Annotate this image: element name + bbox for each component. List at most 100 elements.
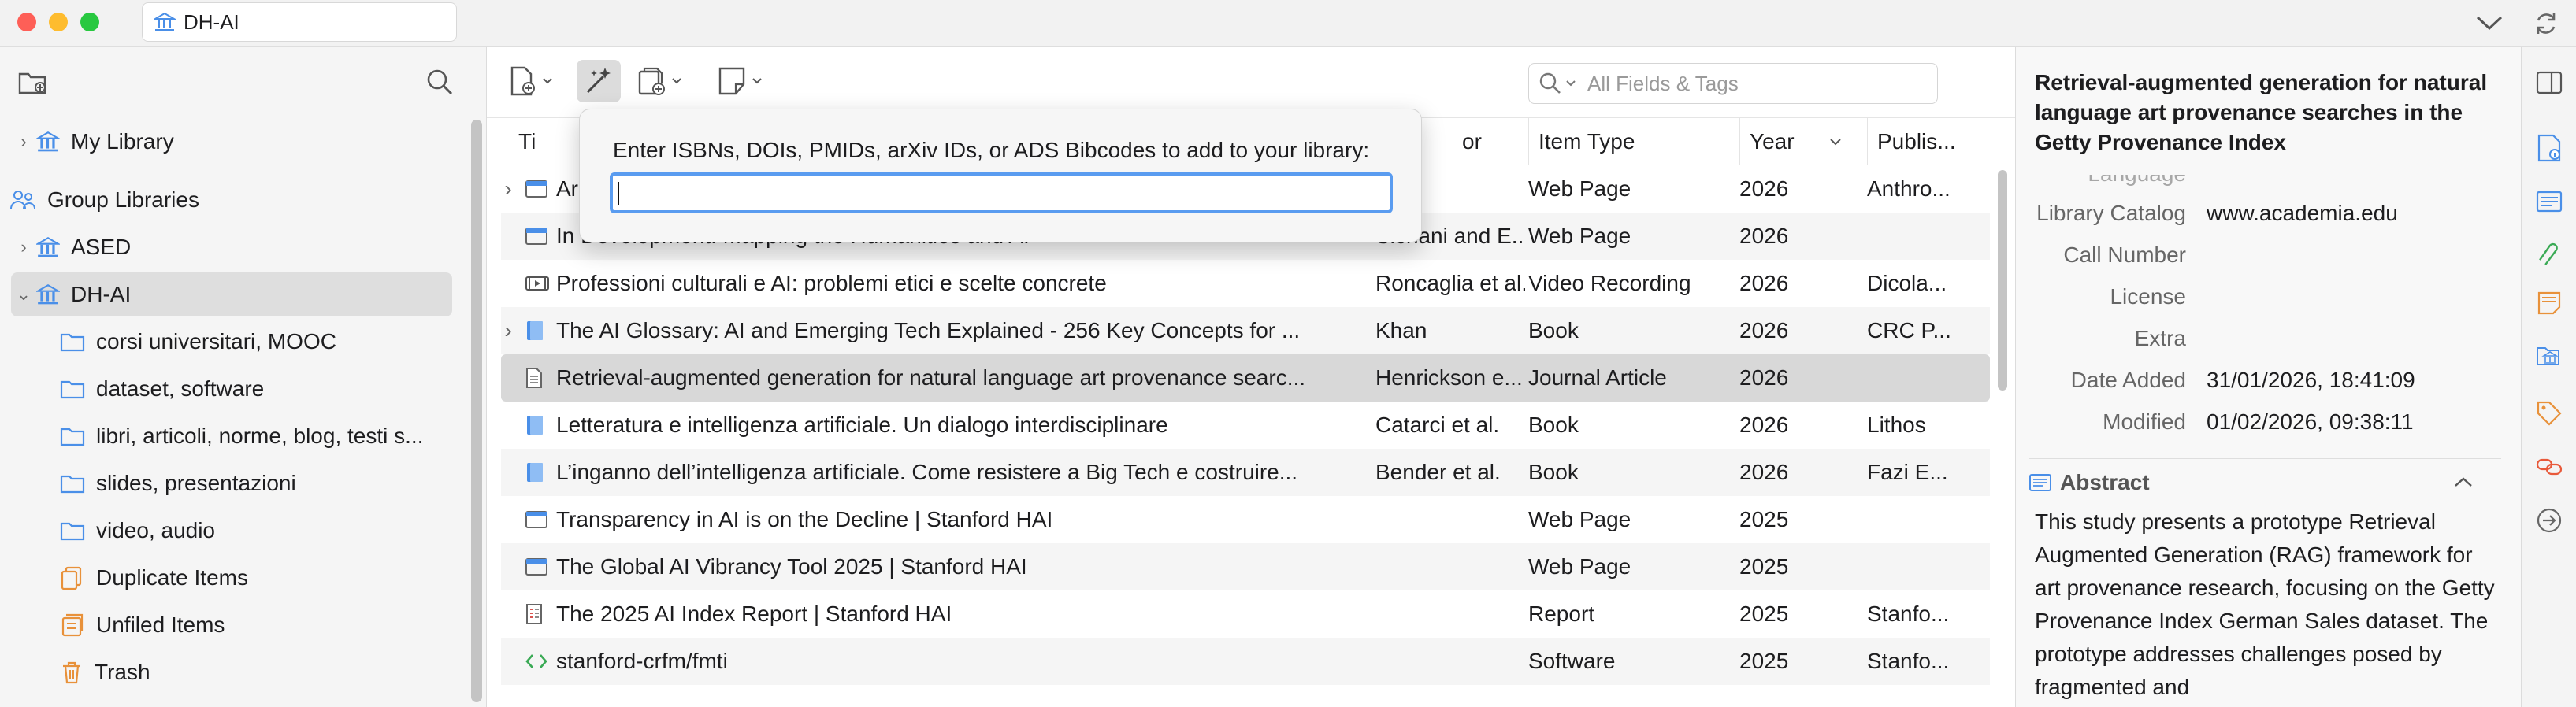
item-type: Web Page bbox=[1528, 224, 1631, 248]
toggle-pane-icon[interactable] bbox=[2536, 71, 2563, 94]
abstract-section-icon[interactable] bbox=[2536, 191, 2563, 213]
library-tab[interactable]: DH-AI bbox=[142, 2, 457, 42]
table-row[interactable]: Letteratura e intelligenza artificiale. … bbox=[501, 402, 1990, 449]
search-icon[interactable] bbox=[425, 68, 454, 96]
tree-item-my-library[interactable]: › My Library bbox=[11, 120, 484, 164]
trash[interactable]: Trash bbox=[60, 650, 533, 694]
table-row[interactable]: stanford-crfm/fmti Software 2025 Stanfo.… bbox=[501, 638, 1990, 685]
item-year: 2026 bbox=[1739, 460, 1789, 484]
library-icon bbox=[154, 12, 176, 31]
item-year: 2026 bbox=[1739, 413, 1789, 437]
tree-item-group-libraries[interactable]: Group Libraries bbox=[9, 178, 482, 222]
item-pane-sidenav bbox=[2521, 47, 2576, 707]
chevron-down-icon bbox=[752, 78, 762, 84]
item-year: 2026 bbox=[1739, 271, 1789, 295]
attachments-icon[interactable] bbox=[2536, 241, 2563, 268]
column-header-item-type[interactable]: Item Type bbox=[1528, 118, 1739, 165]
table-row[interactable]: The 2025 AI Index Report | Stanford HAI … bbox=[501, 590, 1990, 638]
notes-icon[interactable] bbox=[2536, 290, 2563, 316]
info-icon[interactable] bbox=[2536, 134, 2563, 162]
collection-label: Duplicate Items bbox=[96, 565, 248, 590]
field-value: 01/02/2026, 09:38:11 bbox=[2207, 409, 2414, 434]
items-scrollbar[interactable] bbox=[1998, 170, 2007, 391]
note-icon bbox=[718, 67, 745, 95]
collection-label: libri, articoli, norme, blog, testi s... bbox=[96, 424, 424, 448]
collection-dataset-software[interactable]: dataset, software bbox=[60, 367, 533, 411]
chevron-down-icon bbox=[672, 78, 681, 84]
abstract-heading: Abstract bbox=[2060, 469, 2150, 494]
table-row[interactable]: The Global AI Vibrancy Tool 2025 | Stanf… bbox=[501, 543, 1990, 590]
unfiled-icon bbox=[60, 613, 85, 637]
locate-icon[interactable] bbox=[2536, 507, 2563, 534]
column-header-publisher-label: Publis... bbox=[1877, 129, 1956, 154]
title-bar: DH-AI bbox=[0, 0, 2576, 47]
add-attachment-button[interactable] bbox=[637, 60, 682, 102]
table-row[interactable]: L’inganno dell’intelligenza artificiale.… bbox=[501, 449, 1990, 496]
minimize-window-button[interactable] bbox=[49, 13, 68, 31]
table-row-selected[interactable]: Retrieval-augmented generation for natur… bbox=[501, 354, 1990, 402]
unfiled-items[interactable]: Unfiled Items bbox=[60, 603, 533, 647]
item-title: Professioni culturali e AI: problemi eti… bbox=[556, 271, 1107, 295]
abstract-text[interactable]: This study presents a prototype Retrieva… bbox=[2035, 505, 2500, 704]
item-type: Web Page bbox=[1528, 176, 1631, 201]
attachment-icon bbox=[638, 67, 665, 95]
tree-item-dh-ai[interactable]: ⌄ DH-AI bbox=[11, 272, 452, 316]
item-year: 2026 bbox=[1739, 224, 1789, 248]
item-title: Transparency in AI is on the Decline | S… bbox=[556, 507, 1053, 531]
column-header-year[interactable]: Year bbox=[1739, 118, 1867, 165]
collection-libri-articoli[interactable]: libri, articoli, norme, blog, testi s... bbox=[60, 414, 446, 458]
table-row[interactable]: Professioni culturali e AI: problemi eti… bbox=[501, 260, 1990, 307]
expand-chevron-icon[interactable]: › bbox=[11, 237, 36, 257]
column-header-publisher[interactable]: Publis... bbox=[1867, 118, 2001, 165]
search-field[interactable]: All Fields & Tags bbox=[1528, 63, 1938, 104]
collection-slides[interactable]: slides, presentazioni bbox=[60, 461, 533, 505]
item-type: Book bbox=[1528, 460, 1579, 484]
chevron-down-icon[interactable] bbox=[2475, 14, 2504, 31]
item-title: Letteratura e intelligenza artificiale. … bbox=[556, 413, 1168, 437]
item-details-pane: Retrieval-augmented generation for natur… bbox=[2015, 47, 2521, 707]
collection-video-audio[interactable]: video, audio bbox=[60, 509, 533, 553]
field-value[interactable]: www.academia.edu bbox=[2186, 201, 2398, 226]
journal-article-icon bbox=[525, 354, 556, 402]
identifier-input[interactable] bbox=[610, 172, 1393, 213]
library-icon bbox=[36, 131, 60, 153]
chevron-down-icon[interactable] bbox=[1565, 80, 1576, 87]
abstract-section-header[interactable]: Abstract bbox=[2029, 458, 2501, 498]
expand-chevron-icon[interactable]: › bbox=[501, 165, 515, 213]
report-icon bbox=[525, 590, 556, 638]
folder-icon bbox=[60, 379, 85, 399]
collections-sidebar: › My Library Group Libraries › ASED ⌄ DH… bbox=[0, 47, 487, 707]
field-label: Modified bbox=[2103, 409, 2186, 434]
item-publisher: Fazi E... bbox=[1867, 460, 1948, 484]
field-label: Call Number bbox=[2063, 242, 2186, 267]
sync-icon[interactable] bbox=[2532, 9, 2560, 38]
new-collection-icon[interactable] bbox=[17, 68, 49, 96]
sort-descending-icon bbox=[1829, 139, 1841, 146]
book-icon bbox=[525, 402, 556, 449]
new-note-button[interactable] bbox=[717, 60, 763, 102]
collapse-chevron-icon[interactable]: ⌄ bbox=[11, 284, 36, 305]
libraries-collections-icon[interactable] bbox=[2536, 343, 2563, 370]
duplicate-items[interactable]: Duplicate Items bbox=[60, 556, 533, 600]
chevron-up-icon[interactable] bbox=[2454, 476, 2473, 487]
tag-icon[interactable] bbox=[2536, 400, 2563, 427]
zoom-window-button[interactable] bbox=[80, 13, 99, 31]
item-detail-title[interactable]: Retrieval-augmented generation for natur… bbox=[2035, 68, 2507, 157]
add-by-identifier-button[interactable] bbox=[577, 60, 621, 102]
related-icon[interactable] bbox=[2536, 455, 2563, 479]
item-title: L’inganno dell’intelligenza artificiale.… bbox=[556, 460, 1298, 484]
expand-chevron-icon[interactable]: › bbox=[501, 307, 515, 354]
item-title: The 2025 AI Index Report | Stanford HAI bbox=[556, 602, 952, 626]
new-item-button[interactable] bbox=[507, 60, 553, 102]
sidebar-scrollbar[interactable] bbox=[471, 120, 482, 702]
field-label: License bbox=[2110, 284, 2186, 309]
expand-chevron-icon[interactable]: › bbox=[11, 131, 36, 152]
table-row[interactable]: Transparency in AI is on the Decline | S… bbox=[501, 496, 1990, 543]
close-window-button[interactable] bbox=[17, 13, 36, 31]
collection-corsi-universitari[interactable]: corsi universitari, MOOC bbox=[60, 320, 533, 364]
item-type: Book bbox=[1528, 413, 1579, 437]
table-row[interactable]: › The AI Glossary: AI and Emerging Tech … bbox=[501, 307, 1990, 354]
tree-item-ased[interactable]: › ASED bbox=[11, 225, 484, 269]
library-icon bbox=[36, 236, 60, 258]
field-label: Date Added bbox=[2070, 368, 2186, 392]
